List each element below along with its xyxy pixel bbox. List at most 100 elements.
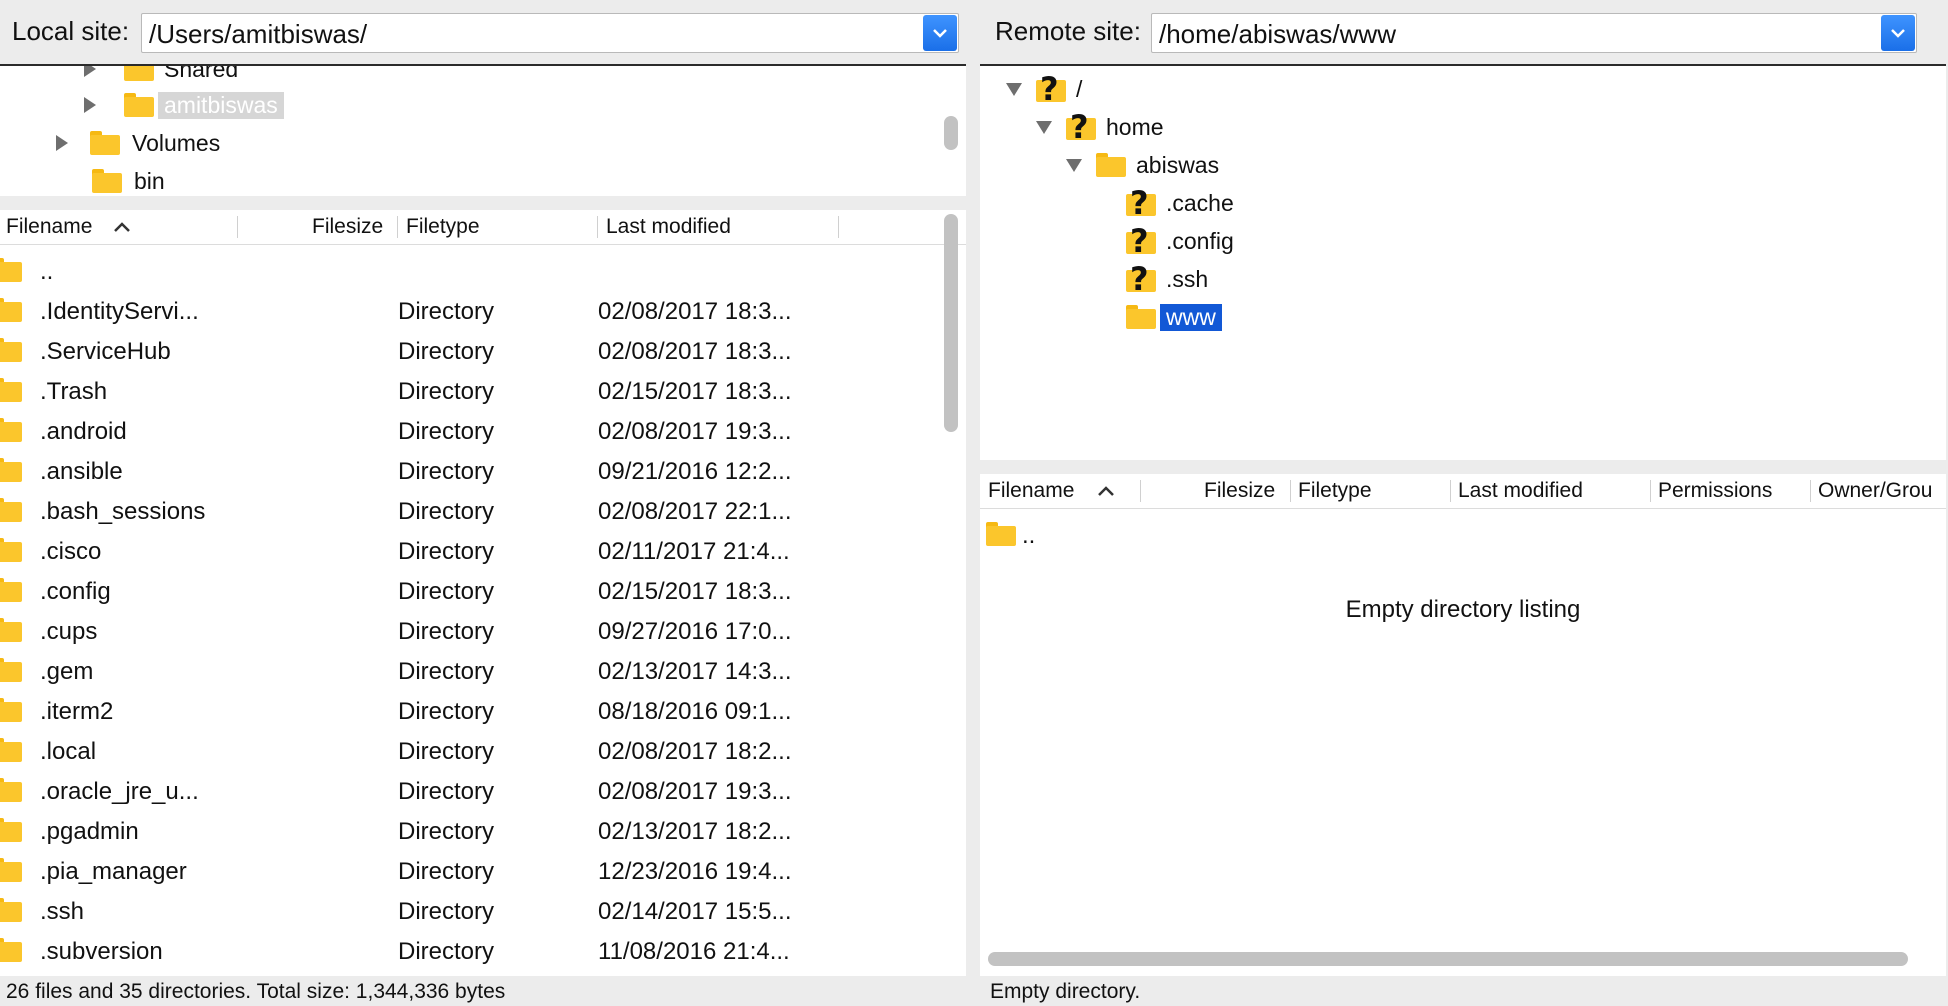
table-row[interactable]: .bash_sessions Directory 02/08/2017 22:1..… bbox=[0, 490, 940, 530]
expand-arrow-icon[interactable] bbox=[56, 135, 68, 151]
tree-node-home[interactable]: ? home bbox=[1036, 108, 1164, 146]
expand-arrow-icon[interactable] bbox=[84, 66, 96, 77]
remote-path-combo[interactable]: /home/abiswas/www bbox=[1151, 13, 1917, 53]
collapse-arrow-icon[interactable] bbox=[1066, 158, 1082, 172]
folder-icon bbox=[986, 522, 1016, 546]
tree-node-amitbiswas[interactable]: amitbiswas bbox=[84, 88, 284, 122]
table-row[interactable]: .gem Directory 02/13/2017 14:3... bbox=[0, 650, 940, 690]
file-modified: 02/08/2017 18:3... bbox=[598, 298, 792, 325]
local-path-input[interactable]: /Users/amitbiswas/ bbox=[149, 19, 367, 50]
tree-node-label: home bbox=[1106, 113, 1164, 140]
remote-horizontal-scrollbar[interactable] bbox=[988, 952, 1908, 966]
file-type: Directory bbox=[398, 618, 495, 645]
remote-site-label: Remote site: bbox=[995, 16, 1141, 46]
tree-node-ssh[interactable]: ? .ssh bbox=[1096, 260, 1208, 298]
file-name: .bash_sessions bbox=[40, 498, 206, 525]
local-file-listing[interactable]: Filename Filesize Filetype Last modified… bbox=[0, 210, 966, 976]
table-row[interactable]: .cups Directory 09/27/2016 17:0... bbox=[0, 610, 940, 650]
tree-node-cache[interactable]: ? .cache bbox=[1096, 184, 1234, 222]
column-separator[interactable] bbox=[1650, 480, 1651, 502]
column-header-filetype[interactable]: Filetype bbox=[406, 215, 480, 239]
column-header-last-modified[interactable]: Last modified bbox=[606, 215, 731, 239]
table-row[interactable]: .Trash Directory 02/15/2017 18:3... bbox=[0, 370, 940, 410]
folder-icon bbox=[0, 378, 22, 402]
table-row[interactable]: .android Directory 02/08/2017 19:3... bbox=[0, 410, 940, 450]
remote-path-input[interactable]: /home/abiswas/www bbox=[1159, 19, 1396, 50]
table-row[interactable]: .pgadmin Directory 02/13/2017 18:2... bbox=[0, 810, 940, 850]
collapse-arrow-icon[interactable] bbox=[1036, 120, 1052, 134]
folder-icon bbox=[0, 898, 22, 922]
column-header-owner-group[interactable]: Owner/Grou bbox=[1818, 479, 1932, 503]
pane-splitter[interactable] bbox=[968, 0, 980, 1006]
remote-path-dropdown-button[interactable] bbox=[1881, 15, 1915, 51]
file-modified: 02/08/2017 19:3... bbox=[598, 778, 792, 805]
folder-icon bbox=[1096, 153, 1126, 177]
column-header-filesize[interactable]: Filesize bbox=[1204, 479, 1275, 503]
tree-node-www[interactable]: www bbox=[1096, 300, 1222, 334]
table-row[interactable]: .ansible Directory 09/21/2016 12:2... bbox=[0, 450, 940, 490]
tree-node-bin[interactable]: bin bbox=[92, 164, 165, 196]
column-header-filetype[interactable]: Filetype bbox=[1298, 479, 1372, 503]
local-tree-scrollbar[interactable] bbox=[944, 116, 958, 150]
file-type: Directory bbox=[398, 818, 495, 845]
column-separator[interactable] bbox=[1810, 480, 1811, 502]
file-modified: 08/18/2016 09:1... bbox=[598, 698, 792, 725]
table-row[interactable]: .oracle_jre_u... Directory 02/08/2017 19:3… bbox=[0, 770, 940, 810]
remote-column-headers: Filename Filesize Filetype Last modified… bbox=[980, 474, 1946, 509]
table-row[interactable]: .IdentityServi... Directory 02/08/2017 18:… bbox=[0, 290, 940, 330]
file-name: .android bbox=[40, 418, 127, 445]
expand-arrow-icon[interactable] bbox=[84, 97, 96, 113]
file-modified: 02/08/2017 18:2... bbox=[598, 738, 792, 765]
local-listing-scrollbar[interactable] bbox=[944, 214, 958, 432]
column-separator[interactable] bbox=[237, 216, 238, 238]
collapse-arrow-icon[interactable] bbox=[1006, 82, 1022, 96]
tree-node-root[interactable]: ? / bbox=[1006, 70, 1082, 108]
file-modified: 12/23/2016 19:4... bbox=[598, 858, 792, 885]
tree-node-abiswas[interactable]: abiswas bbox=[1066, 148, 1219, 182]
local-path-combo[interactable]: /Users/amitbiswas/ bbox=[141, 13, 959, 53]
table-row[interactable]: .iterm2 Directory 08/18/2016 09:1... bbox=[0, 690, 940, 730]
remote-directory-tree[interactable]: ? /? home abiswas? .cache? .config? .ssh www bbox=[980, 64, 1946, 460]
table-row[interactable]: .local Directory 02/08/2017 18:2... bbox=[0, 730, 940, 770]
column-separator[interactable] bbox=[838, 216, 839, 238]
table-row[interactable]: .cisco Directory 02/11/2017 21:4... bbox=[0, 530, 940, 570]
file-modified: 02/14/2017 15:5... bbox=[598, 898, 792, 925]
table-row[interactable]: .config Directory 02/15/2017 18:3... bbox=[0, 570, 940, 610]
tree-node-label: .cache bbox=[1166, 189, 1234, 216]
file-modified: 02/15/2017 18:3... bbox=[598, 578, 792, 605]
table-row[interactable]: .ssh Directory 02/14/2017 15:5... bbox=[0, 890, 940, 930]
column-header-permissions[interactable]: Permissions bbox=[1658, 479, 1772, 503]
column-header-last-modified[interactable]: Last modified bbox=[1458, 479, 1583, 503]
folder-icon bbox=[124, 66, 154, 81]
column-header-filesize[interactable]: Filesize bbox=[312, 215, 383, 239]
local-path-dropdown-button[interactable] bbox=[923, 15, 957, 51]
tree-node-label: .config bbox=[1166, 227, 1234, 254]
column-separator[interactable] bbox=[597, 216, 598, 238]
file-name: .cisco bbox=[40, 538, 102, 565]
table-row[interactable]: .subversion Directory 11/08/2016 21:4... bbox=[0, 930, 940, 970]
local-directory-tree[interactable]: Shared amitbiswas Volumes bin bbox=[0, 64, 966, 196]
column-header-filename[interactable]: Filename bbox=[988, 479, 1074, 503]
tree-node-config[interactable]: ? .config bbox=[1096, 222, 1234, 260]
table-row[interactable]: .. bbox=[980, 514, 1946, 554]
file-name: .iterm2 bbox=[40, 698, 114, 725]
table-row[interactable]: .. bbox=[0, 250, 940, 290]
table-row[interactable]: .pia_manager Directory 12/23/2016 19:4... bbox=[0, 850, 940, 890]
folder-icon bbox=[0, 618, 22, 642]
file-type: Directory bbox=[398, 458, 495, 485]
tree-node-volumes[interactable]: Volumes bbox=[56, 126, 220, 160]
table-row[interactable]: .ServiceHub Directory 02/08/2017 18:3... bbox=[0, 330, 940, 370]
remote-site-bar: Remote site: /home/abiswas/www bbox=[980, 0, 1948, 64]
remote-file-listing[interactable]: Filename Filesize Filetype Last modified… bbox=[980, 474, 1946, 976]
chevron-down-icon bbox=[933, 29, 947, 38]
tree-node-shared[interactable]: Shared bbox=[84, 66, 238, 86]
column-header-filename[interactable]: Filename bbox=[6, 215, 92, 239]
file-modified: 11/08/2016 21:4... bbox=[598, 938, 790, 965]
folder-icon bbox=[0, 698, 22, 722]
column-separator[interactable] bbox=[1450, 480, 1451, 502]
local-status-bar: 26 files and 35 directories. Total size:… bbox=[6, 980, 506, 1003]
column-separator[interactable] bbox=[1140, 480, 1141, 502]
file-name: .cups bbox=[40, 618, 98, 645]
column-separator[interactable] bbox=[1290, 480, 1291, 502]
column-separator[interactable] bbox=[397, 216, 398, 238]
